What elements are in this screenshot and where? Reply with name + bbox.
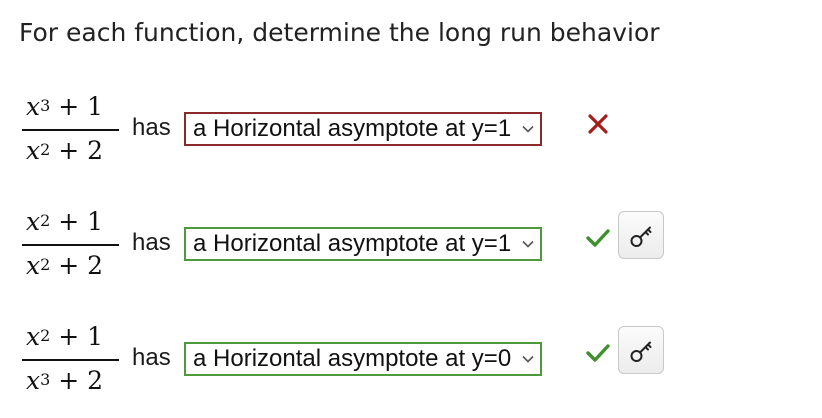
fraction-bar xyxy=(22,359,119,361)
problem-row-3: x2 + 1 x3 + 2 has a Horizontal asymptote… xyxy=(22,316,802,396)
has-label: has xyxy=(132,344,171,371)
denominator: x2 + 2 xyxy=(26,251,104,280)
chevron-down-icon xyxy=(522,240,534,248)
show-answer-key-button[interactable] xyxy=(618,211,664,259)
has-label: has xyxy=(132,229,171,256)
selected-value: a Horizontal asymptote at y=0 xyxy=(193,345,512,372)
behavior-select-3[interactable]: a Horizontal asymptote at y=0 xyxy=(184,342,543,376)
problem-row-2: x2 + 1 x2 + 2 has a Horizontal asymptote… xyxy=(22,201,802,281)
selected-value: a Horizontal asymptote at y=1 xyxy=(193,230,512,257)
chevron-down-icon xyxy=(522,125,534,133)
chevron-down-icon xyxy=(522,355,534,363)
has-label: has xyxy=(132,114,171,141)
rational-function-2: x2 + 1 x2 + 2 xyxy=(22,201,122,281)
numerator: x2 + 1 xyxy=(26,322,104,351)
rational-function-1: x3 + 1 x2 + 2 xyxy=(22,86,122,166)
question-prompt: For each function, determine the long ru… xyxy=(19,18,660,47)
fraction-bar xyxy=(22,244,119,246)
cross-icon xyxy=(588,114,608,134)
denominator: x3 + 2 xyxy=(26,366,104,395)
behavior-select-1[interactable]: a Horizontal asymptote at y=1 xyxy=(184,112,543,146)
selected-value: a Horizontal asymptote at y=1 xyxy=(193,115,512,142)
fraction-bar xyxy=(22,129,119,131)
key-icon xyxy=(630,341,652,362)
problem-row-1: x3 + 1 x2 + 2 has a Horizontal asymptote… xyxy=(22,86,802,166)
behavior-select-2[interactable]: a Horizontal asymptote at y=1 xyxy=(184,227,543,261)
checkmark-icon xyxy=(586,344,610,362)
numerator: x3 + 1 xyxy=(26,92,104,121)
rational-function-3: x2 + 1 x3 + 2 xyxy=(22,316,122,396)
key-icon xyxy=(630,226,652,247)
show-answer-key-button[interactable] xyxy=(618,326,664,374)
numerator: x2 + 1 xyxy=(26,207,104,236)
denominator: x2 + 2 xyxy=(26,136,104,165)
checkmark-icon xyxy=(586,229,610,247)
